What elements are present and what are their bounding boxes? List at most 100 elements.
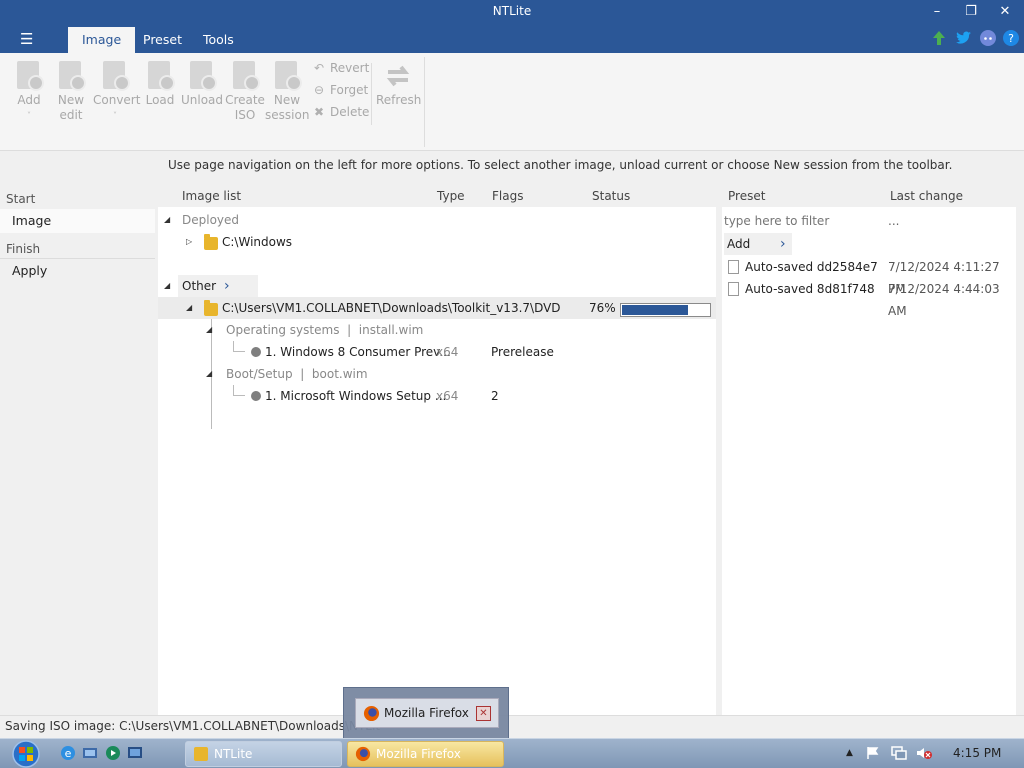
svg-text:e: e [65,747,72,760]
taskbar-item-ntlite[interactable]: NTLite [185,741,342,767]
firefox-icon [363,705,380,722]
explorer-icon[interactable] [82,745,98,761]
preset-item[interactable]: Auto-saved dd2584e7 7/12/2024 4:11:27 PM [722,256,1016,296]
toolbar-separator [371,63,372,125]
delete-x-icon: ✖ [313,105,325,119]
minimize-button[interactable]: – [922,2,952,22]
collapse-triangle-icon[interactable]: ◢ [206,319,212,341]
info-text: Use page navigation on the left for more… [168,158,953,172]
refresh-icon [383,61,413,91]
hamburger-icon[interactable]: ☰ [20,30,33,48]
image-dot-icon [251,347,261,357]
status-text: Saving ISO image: C:\Users\VM1.COLLABNET… [5,719,381,733]
document-icon [728,260,739,274]
nav-heading-finish: Finish [6,242,41,256]
collapse-triangle-icon[interactable]: ◢ [164,209,170,231]
toolbar: Add ˅ New edit Convert ˅ Load Unload Cre… [0,53,1024,151]
ntlite-icon [194,747,208,761]
twitter-icon[interactable] [955,29,973,47]
add-preset-button[interactable]: Add › [724,233,792,255]
taskbar-item-firefox[interactable]: Mozilla Firefox [347,741,504,767]
close-thumbnail-button[interactable]: ✕ [476,706,491,721]
svg-text:?: ? [1008,32,1014,45]
start-button[interactable] [8,740,44,768]
status-percent: 76% [589,301,616,315]
taskbar: e NTLite Mozilla Firefox ▲ 4:15 PM [0,738,1024,768]
load-button[interactable]: Load [138,59,182,108]
taskbar-thumbnail-popup[interactable]: Mozilla Firefox ✕ [343,687,509,739]
tree-item-windows[interactable]: ▷ C:\Windows [158,231,716,253]
convert-button[interactable]: Convert ˅ [93,59,140,123]
image-list-panel: Image list Type Flags Status ◢ Deployed … [158,185,716,715]
info-bar: Use page navigation on the left for more… [0,151,1024,181]
add-button[interactable]: Add ˅ [7,59,51,123]
tab-tools[interactable]: Tools [189,27,248,53]
forget-button[interactable]: ⊖ Forget [312,81,368,99]
create-iso-icon [230,61,260,91]
folder-icon [204,234,218,250]
nav-item-image[interactable]: Image [0,209,155,233]
progress-bar [620,303,711,317]
show-hidden-icons-button[interactable]: ▲ [846,748,853,758]
create-iso-button[interactable]: Create ISO [223,59,267,123]
help-icon[interactable]: ? [1002,29,1020,47]
restore-button[interactable]: ❐ [956,2,986,22]
expand-triangle-icon[interactable]: ▷ [186,231,192,253]
update-arrow-icon[interactable] [930,29,948,47]
tab-preset[interactable]: Preset [129,27,196,53]
preset-filter-input[interactable] [724,211,884,231]
collapse-triangle-icon[interactable]: ◢ [206,363,212,385]
column-last-change[interactable]: Last change [890,185,963,207]
column-status[interactable]: Status [592,185,631,207]
group-other[interactable]: Other › [178,275,258,297]
network-icon[interactable] [891,746,907,760]
group-boot-setup[interactable]: ◢ Boot/Setup | boot.wim [158,363,716,385]
window-title: NTLite [492,4,532,18]
delete-button[interactable]: ✖ Delete [312,103,369,121]
column-image-list[interactable]: Image list [182,185,242,207]
undo-icon: ↶ [313,61,325,75]
image-item-windows-setup[interactable]: 1. Microsoft Windows Setup ... x64 2 [158,385,716,407]
unload-button[interactable]: Unload [180,59,224,108]
convert-icon [100,61,130,91]
media-player-icon[interactable] [105,745,121,761]
toolbar-separator [424,57,425,147]
new-edit-button[interactable]: New edit [49,59,93,123]
new-session-button[interactable]: New session [265,59,309,123]
tab-image[interactable]: Image [68,27,136,53]
clock[interactable]: 4:15 PM [953,746,1001,760]
column-type[interactable]: Type [437,185,465,207]
refresh-button[interactable]: Refresh [376,59,421,108]
collapse-triangle-icon[interactable]: ◢ [164,275,170,297]
tree-item-dvd[interactable]: ◢ C:\Users\VM1.COLLABNET\Downloads\Toolk… [158,297,716,319]
action-center-flag-icon[interactable] [866,746,880,760]
add-icon [14,61,44,91]
document-icon [728,282,739,296]
thumbnail-item[interactable]: Mozilla Firefox ✕ [355,698,499,728]
show-desktop-icon[interactable] [127,745,143,761]
close-button[interactable]: ✕ [990,2,1020,22]
group-deployed[interactable]: ◢ Deployed [158,209,716,231]
image-dot-icon [251,391,261,401]
nav-item-apply[interactable]: Apply [0,259,155,283]
column-preset[interactable]: Preset [728,185,766,207]
firefox-icon [355,746,371,762]
new-session-icon [272,61,302,91]
preset-panel: Preset Last change ... Add › Auto-saved … [722,185,1016,715]
new-edit-icon [56,61,86,91]
folder-icon [204,300,218,316]
group-operating-systems[interactable]: ◢ Operating systems | install.wim [158,319,716,341]
volume-muted-icon[interactable] [916,746,932,760]
chevron-right-icon: › [780,236,786,252]
image-item-windows-8[interactable]: 1. Windows 8 Consumer Prev... x64 Prerel… [158,341,716,363]
internet-explorer-icon[interactable]: e [60,745,76,761]
column-flags[interactable]: Flags [492,185,524,207]
left-nav: Start Image Finish Apply [0,185,155,715]
preset-item[interactable]: Auto-saved 8d81f748 7/12/2024 4:44:03 AM [722,278,1016,318]
nav-heading-start: Start [6,192,36,206]
revert-button[interactable]: ↶ Revert [312,59,369,77]
discord-icon[interactable] [979,29,997,47]
minus-circle-icon: ⊖ [313,83,325,97]
collapse-triangle-icon[interactable]: ◢ [186,297,192,319]
load-icon [145,61,175,91]
